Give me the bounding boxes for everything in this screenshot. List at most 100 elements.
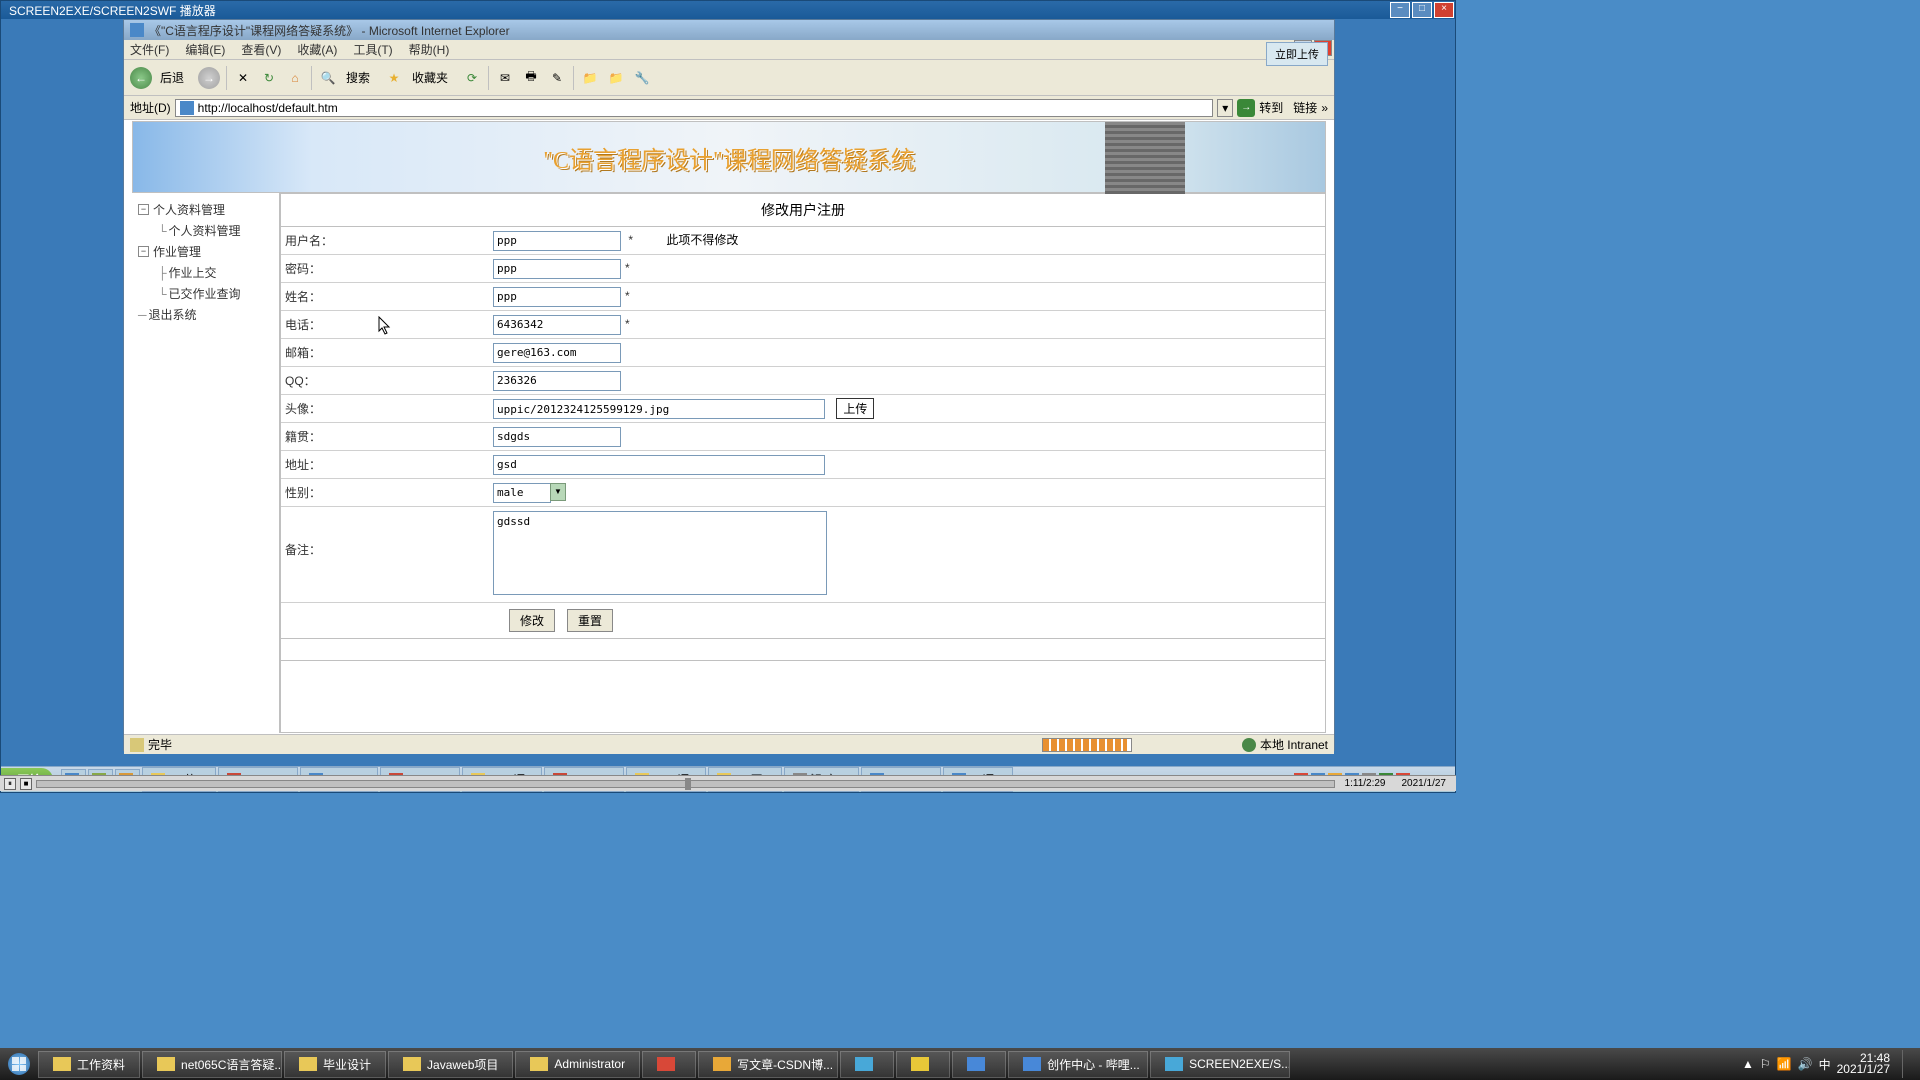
- upload-button[interactable]: 上传: [836, 398, 874, 419]
- search-icon[interactable]: 🔍: [318, 68, 338, 88]
- modify-button[interactable]: 修改: [509, 609, 555, 632]
- player-maximize[interactable]: □: [1412, 2, 1432, 18]
- sidebar-item-logout[interactable]: ─退出系统: [138, 304, 273, 325]
- host-taskbar-item[interactable]: [642, 1051, 696, 1078]
- show-desktop[interactable]: [1902, 1050, 1912, 1078]
- zone-icon: [1242, 738, 1256, 752]
- label-name: 姓名：: [281, 284, 493, 309]
- back-button[interactable]: ←: [130, 67, 152, 89]
- ie-toolbar: ← 后退 → ✕ ↻ ⌂ 🔍 搜索 ★ 收藏夹 ⟳ ✉ 🖶 ✎ 📁 📁 🔧: [124, 60, 1334, 96]
- host-taskbar-item[interactable]: Javaweb项目: [388, 1051, 513, 1078]
- host-taskbar-item[interactable]: net065C语言答疑...: [142, 1051, 282, 1078]
- host-taskbar-item[interactable]: 写文章-CSDN博...: [698, 1051, 838, 1078]
- favorites-icon[interactable]: ★: [384, 68, 404, 88]
- player-close[interactable]: ×: [1434, 2, 1454, 18]
- back-label: 后退: [160, 69, 184, 86]
- note-username: 此项不得修改: [666, 233, 738, 247]
- ie-menubar: 文件(F) 编辑(E) 查看(V) 收藏(A) 工具(T) 帮助(H): [124, 40, 1334, 60]
- edit-icon[interactable]: ✎: [547, 68, 567, 88]
- host-taskbar-item[interactable]: 毕业设计: [284, 1051, 386, 1078]
- print-icon[interactable]: 🖶: [521, 68, 541, 88]
- tray-up-icon[interactable]: ▲: [1742, 1057, 1754, 1071]
- tray-network-icon[interactable]: 📶: [1777, 1057, 1792, 1071]
- label-username: 用户名：: [281, 228, 493, 253]
- input-email[interactable]: [493, 343, 621, 363]
- host-taskbar-item[interactable]: Administrator: [515, 1051, 640, 1078]
- select-gender[interactable]: male: [493, 483, 551, 503]
- upload-ext-button[interactable]: 立即上传: [1266, 42, 1328, 66]
- host-taskbar-item[interactable]: 工作资料: [38, 1051, 140, 1078]
- input-address[interactable]: [493, 455, 825, 475]
- footer-text: Copyright(C) xxxxxx学院 计算机系毕业设计专用: [124, 733, 1334, 734]
- pause-button[interactable]: ⏸: [4, 778, 16, 790]
- status-zone: 本地 Intranet: [1260, 736, 1328, 753]
- address-url: http://localhost/default.htm: [198, 101, 338, 115]
- done-icon: [130, 738, 144, 752]
- stop-button[interactable]: ■: [20, 778, 32, 790]
- address-bar: 地址(D) http://localhost/default.htm ▾ → 转…: [124, 96, 1334, 120]
- label-address: 地址：: [281, 452, 493, 477]
- sidebar-item-query[interactable]: └已交作业查询: [138, 283, 273, 304]
- host-taskbar-item[interactable]: [840, 1051, 894, 1078]
- refresh-icon[interactable]: ↻: [259, 68, 279, 88]
- sidebar-item-profile[interactable]: − 个人资料管理: [138, 199, 273, 220]
- player-controls: ⏸ ■ 1:11/2:29 2021/1/27: [0, 775, 1456, 791]
- seek-bar[interactable]: [36, 780, 1335, 788]
- history-icon[interactable]: ⟳: [462, 68, 482, 88]
- go-button[interactable]: →: [1237, 99, 1255, 117]
- mail-icon[interactable]: ✉: [495, 68, 515, 88]
- form-panel: 修改用户注册 用户名： * 此项不得修改 密码： * 姓: [280, 193, 1326, 733]
- tree-collapse-icon[interactable]: −: [138, 246, 149, 257]
- page-icon: [180, 101, 194, 115]
- dropdown-icon[interactable]: ▼: [550, 483, 566, 501]
- sidebar-item-profile-manage[interactable]: └个人资料管理: [138, 220, 273, 241]
- banner-title: "C语言程序设计"课程网络答疑系统: [543, 140, 915, 175]
- windows-start[interactable]: [0, 1050, 38, 1078]
- tool-icon[interactable]: 🔧: [632, 68, 652, 88]
- host-clock[interactable]: 21:48 2021/1/27: [1837, 1053, 1890, 1075]
- host-taskbar-item[interactable]: [896, 1051, 950, 1078]
- home-icon[interactable]: ⌂: [285, 68, 305, 88]
- host-taskbar-item[interactable]: [952, 1051, 1006, 1078]
- tray-volume-icon[interactable]: 🔊: [1798, 1057, 1813, 1071]
- folder-icon[interactable]: 📁: [580, 68, 600, 88]
- forward-button[interactable]: →: [198, 67, 220, 89]
- menu-view[interactable]: 查看(V): [241, 41, 281, 58]
- host-taskbar-item[interactable]: 创作中心 - 哔哩...: [1008, 1051, 1148, 1078]
- address-dropdown[interactable]: ▾: [1217, 99, 1233, 117]
- menu-tools[interactable]: 工具(T): [353, 41, 392, 58]
- address-label: 地址(D): [130, 99, 171, 116]
- input-avatar[interactable]: [493, 399, 825, 419]
- address-input[interactable]: http://localhost/default.htm: [175, 99, 1214, 117]
- input-qq[interactable]: [493, 371, 621, 391]
- stop-icon[interactable]: ✕: [233, 68, 253, 88]
- sidebar-item-homework[interactable]: − 作业管理: [138, 241, 273, 262]
- tray-lang-icon[interactable]: 中: [1819, 1056, 1831, 1073]
- sidebar: − 个人资料管理 └个人资料管理 − 作业管理 ├作业上交 └已交作业查询: [132, 193, 280, 733]
- input-phone[interactable]: [493, 315, 621, 335]
- host-taskbar-item[interactable]: SCREEN2EXE/S...: [1150, 1051, 1290, 1078]
- sidebar-label: 个人资料管理: [153, 201, 225, 218]
- player-minimize[interactable]: −: [1390, 2, 1410, 18]
- tray-flag-icon[interactable]: ⚐: [1760, 1057, 1771, 1071]
- label-password: 密码：: [281, 256, 493, 281]
- tree-collapse-icon[interactable]: −: [138, 204, 149, 215]
- fav-label: 收藏夹: [412, 69, 448, 86]
- input-password[interactable]: [493, 259, 621, 279]
- menu-favorites[interactable]: 收藏(A): [297, 41, 337, 58]
- reset-button[interactable]: 重置: [567, 609, 613, 632]
- label-phone: 电话：: [281, 312, 493, 337]
- links-label: 链接: [1293, 99, 1317, 116]
- menu-edit[interactable]: 编辑(E): [185, 41, 225, 58]
- textarea-remark[interactable]: gdssd: [493, 511, 827, 595]
- sidebar-item-submit[interactable]: ├作业上交: [138, 262, 273, 283]
- menu-help[interactable]: 帮助(H): [409, 41, 450, 58]
- status-done: 完毕: [148, 736, 172, 753]
- label-gender: 性别：: [281, 480, 493, 505]
- player-time: 1:11/2:29: [1345, 778, 1386, 789]
- folder2-icon[interactable]: 📁: [606, 68, 626, 88]
- input-name[interactable]: [493, 287, 621, 307]
- input-origin[interactable]: [493, 427, 621, 447]
- input-username[interactable]: [493, 231, 621, 251]
- menu-file[interactable]: 文件(F): [130, 41, 169, 58]
